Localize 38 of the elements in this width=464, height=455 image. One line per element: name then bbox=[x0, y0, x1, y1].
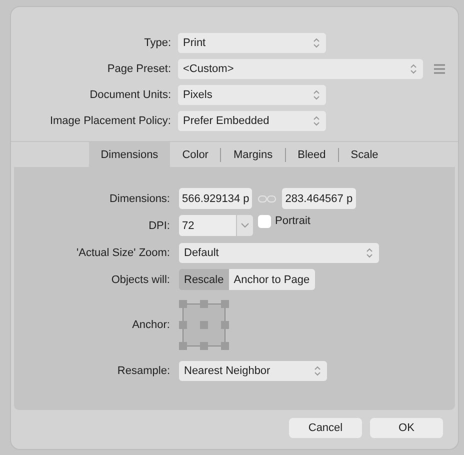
stepper-icon bbox=[313, 115, 320, 127]
field-label: Resample: bbox=[116, 364, 170, 376]
dropdown[interactable]: Default bbox=[179, 242, 379, 262]
dropdown[interactable]: Nearest Neighbor bbox=[179, 360, 327, 380]
stepper-icon bbox=[410, 63, 417, 75]
tab[interactable]: Dimensions bbox=[88, 142, 170, 167]
stepper-icon bbox=[314, 364, 321, 376]
dropdown[interactable]: Print bbox=[178, 33, 326, 53]
tab[interactable]: Bleed bbox=[286, 142, 338, 167]
width-field[interactable]: 566.929134 p bbox=[179, 188, 252, 209]
dropdown[interactable]: Prefer Embedded bbox=[178, 111, 326, 131]
tab[interactable]: Margins bbox=[221, 142, 285, 167]
chevron-down-icon bbox=[241, 223, 249, 228]
dropdown[interactable]: Pixels bbox=[178, 85, 326, 105]
tab[interactable]: Color bbox=[170, 142, 220, 167]
field-label: Type: bbox=[143, 37, 171, 49]
field-label: Document Units: bbox=[88, 89, 171, 101]
dialog-button[interactable]: Cancel bbox=[289, 418, 362, 438]
field-label: Dimensions: bbox=[108, 192, 170, 204]
segment-button[interactable]: Anchor to Page bbox=[228, 269, 315, 290]
stepper-icon bbox=[366, 246, 373, 258]
height-field[interactable]: 283.464567 p bbox=[282, 188, 356, 209]
segment-button[interactable]: Rescale bbox=[179, 269, 229, 290]
field-label: 'Actual Size' Zoom: bbox=[76, 246, 170, 258]
field-label: Page Preset: bbox=[106, 63, 171, 75]
stepper-icon bbox=[313, 89, 320, 101]
field-label: Objects will: bbox=[110, 274, 170, 286]
anchor-grid-icon[interactable] bbox=[179, 300, 229, 350]
menu-icon[interactable] bbox=[434, 64, 445, 74]
stepper-icon bbox=[313, 37, 320, 49]
portrait-checkbox[interactable]: Portrait bbox=[258, 215, 310, 228]
dialog-button[interactable]: OK bbox=[370, 418, 443, 438]
link-icon[interactable] bbox=[258, 194, 276, 202]
field-label: DPI: bbox=[148, 220, 170, 232]
tab[interactable]: Scale bbox=[338, 142, 390, 167]
dropdown[interactable]: <Custom> bbox=[178, 59, 423, 79]
field-label: Anchor: bbox=[131, 319, 170, 331]
field-label: Image Placement Policy: bbox=[48, 115, 171, 127]
